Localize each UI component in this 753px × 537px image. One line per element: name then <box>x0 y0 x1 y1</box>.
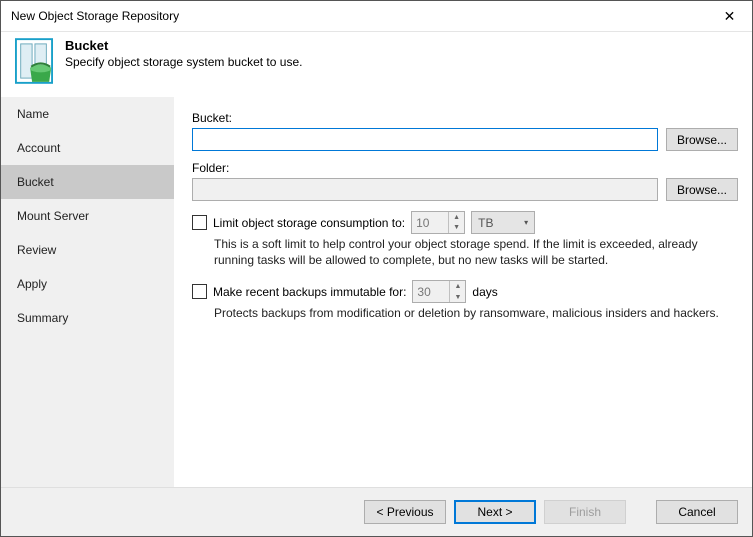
previous-button[interactable]: < Previous <box>364 500 446 524</box>
folder-input <box>192 178 658 201</box>
close-icon: ✕ <box>724 8 736 25</box>
immutable-unit: days <box>472 285 497 299</box>
bucket-icon <box>15 38 53 84</box>
immutable-value: 30 <box>413 285 449 299</box>
sidebar-item-account[interactable]: Account <box>1 131 174 165</box>
window-title: New Object Storage Repository <box>11 9 179 23</box>
sidebar-item-label: Account <box>17 141 60 155</box>
main-panel: Bucket: Browse... Folder: Browse... Limi… <box>174 97 752 487</box>
folder-field: Folder: Browse... <box>192 161 738 201</box>
sidebar-item-bucket[interactable]: Bucket <box>1 165 174 199</box>
folder-label: Folder: <box>192 161 738 175</box>
limit-unit-value: TB <box>472 216 518 230</box>
sidebar-item-review[interactable]: Review <box>1 233 174 267</box>
sidebar-item-label: Apply <box>17 277 47 291</box>
immutable-help-text: Protects backups from modification or de… <box>214 305 734 321</box>
bucket-field: Bucket: Browse... <box>192 111 738 151</box>
header-subtitle: Specify object storage system bucket to … <box>65 55 302 69</box>
spinner-buttons: ▲ ▼ <box>449 281 465 302</box>
immutable-value-spinner: 30 ▲ ▼ <box>412 280 466 303</box>
sidebar-item-apply[interactable]: Apply <box>1 267 174 301</box>
next-button[interactable]: Next > <box>454 500 536 524</box>
limit-help-text: This is a soft limit to help control you… <box>214 236 734 268</box>
limit-value: 10 <box>412 216 448 230</box>
chevron-down-icon: ▾ <box>518 218 534 227</box>
limit-unit-combo: TB ▾ <box>471 211 535 234</box>
immutable-option-row: Make recent backups immutable for: 30 ▲ … <box>192 280 738 303</box>
limit-option-row: Limit object storage consumption to: 10 … <box>192 211 738 234</box>
bucket-browse-button[interactable]: Browse... <box>666 128 738 151</box>
sidebar-item-label: Bucket <box>17 175 54 189</box>
sidebar-item-mount-server[interactable]: Mount Server <box>1 199 174 233</box>
sidebar-item-label: Name <box>17 107 49 121</box>
limit-checkbox[interactable] <box>192 215 207 230</box>
wizard-sidebar: Name Account Bucket Mount Server Review … <box>1 97 174 487</box>
spinner-buttons: ▲ ▼ <box>448 212 464 233</box>
close-button[interactable]: ✕ <box>707 1 752 31</box>
spinner-up-icon: ▲ <box>449 212 464 223</box>
sidebar-item-label: Review <box>17 243 56 257</box>
spinner-down-icon: ▼ <box>449 223 464 234</box>
sidebar-item-label: Summary <box>17 311 68 325</box>
dialog-body: Name Account Bucket Mount Server Review … <box>1 96 752 487</box>
dialog-header: Bucket Specify object storage system buc… <box>1 32 752 96</box>
limit-value-spinner: 10 ▲ ▼ <box>411 211 465 234</box>
bucket-label: Bucket: <box>192 111 738 125</box>
cancel-button[interactable]: Cancel <box>656 500 738 524</box>
limit-label: Limit object storage consumption to: <box>213 216 405 230</box>
folder-browse-button[interactable]: Browse... <box>666 178 738 201</box>
bucket-input[interactable] <box>192 128 658 151</box>
finish-button: Finish <box>544 500 626 524</box>
immutable-label: Make recent backups immutable for: <box>213 285 406 299</box>
dialog-footer: < Previous Next > Finish Cancel <box>1 487 752 536</box>
spinner-down-icon: ▼ <box>450 292 465 303</box>
dialog-window: New Object Storage Repository ✕ Bucket S… <box>0 0 753 537</box>
titlebar: New Object Storage Repository ✕ <box>1 1 752 32</box>
header-title: Bucket <box>65 38 302 53</box>
header-text: Bucket Specify object storage system buc… <box>65 38 302 69</box>
spinner-up-icon: ▲ <box>450 281 465 292</box>
sidebar-item-label: Mount Server <box>17 209 89 223</box>
immutable-checkbox[interactable] <box>192 284 207 299</box>
sidebar-item-name[interactable]: Name <box>1 97 174 131</box>
sidebar-item-summary[interactable]: Summary <box>1 301 174 335</box>
